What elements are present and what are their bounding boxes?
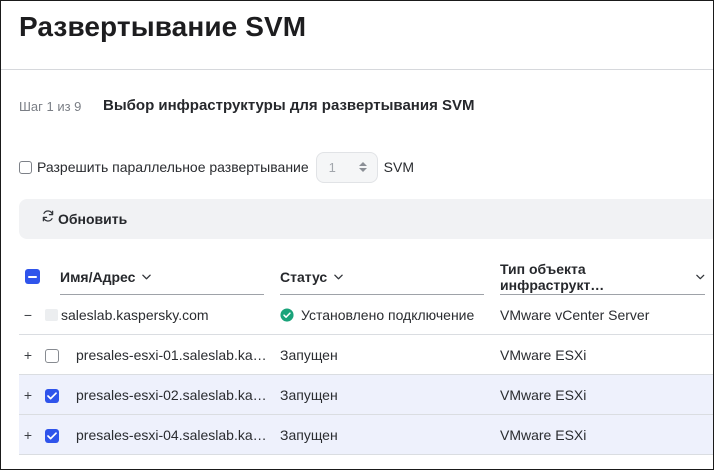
step-title: Выбор инфраструктуры для развертывания S… bbox=[103, 97, 475, 114]
row-name-cell: saleslab.kaspersky.com bbox=[45, 295, 265, 335]
chevron-down-icon bbox=[696, 274, 705, 279]
table-toolbar: Обновить bbox=[19, 199, 713, 239]
row-name: presales-esxi-04.saleslab.ka… bbox=[76, 427, 266, 443]
checkmark-icon bbox=[47, 432, 57, 440]
row-checkbox[interactable] bbox=[45, 389, 59, 403]
column-header-status-label: Статус bbox=[280, 268, 328, 285]
select-all-checkbox[interactable] bbox=[25, 269, 40, 284]
column-header-name-label: Имя/Адрес bbox=[60, 268, 136, 285]
expand-icon[interactable]: + bbox=[21, 387, 35, 403]
checkmark-icon bbox=[47, 392, 57, 400]
column-header-status[interactable]: Статус bbox=[280, 259, 484, 295]
refresh-icon bbox=[42, 210, 54, 222]
arrow-up-icon[interactable] bbox=[358, 162, 367, 166]
row-checkbox[interactable] bbox=[45, 429, 59, 443]
row-status-cell: Запущен bbox=[280, 375, 490, 415]
row-checkbox[interactable] bbox=[45, 349, 59, 363]
row-name: saleslab.kaspersky.com bbox=[61, 307, 209, 323]
expand-icon[interactable]: + bbox=[21, 427, 35, 443]
row-type: VMware ESXi bbox=[500, 427, 587, 443]
stepper-arrows[interactable] bbox=[358, 162, 367, 172]
table-row[interactable]: − saleslab.kaspersky.com Установлено под… bbox=[19, 295, 713, 335]
row-status-cell: Запущен bbox=[280, 415, 490, 455]
refresh-button[interactable]: Обновить bbox=[41, 207, 127, 231]
table-row[interactable]: + presales-esxi-04.saleslab.ka… Запущен … bbox=[19, 415, 713, 455]
refresh-label: Обновить bbox=[58, 211, 128, 227]
row-type: VMware vCenter Server bbox=[500, 307, 650, 323]
parallel-count-value: 1 bbox=[328, 159, 336, 175]
page-title: Развертывание SVM bbox=[19, 11, 307, 42]
row-name: presales-esxi-02.saleslab.ka… bbox=[76, 387, 266, 403]
row-status: Установлено подключение bbox=[301, 307, 475, 323]
row-name-cell: presales-esxi-04.saleslab.ka… bbox=[76, 415, 266, 455]
row-type-cell: VMware ESXi bbox=[500, 335, 710, 375]
row-type: VMware ESXi bbox=[500, 387, 587, 403]
chevron-down-icon bbox=[142, 274, 152, 279]
chevron-down-icon bbox=[334, 274, 343, 279]
row-status-cell: Установлено подключение bbox=[280, 295, 490, 335]
indeterminate-mark bbox=[28, 275, 37, 278]
column-header-type[interactable]: Тип объекта инфраструкт… bbox=[500, 259, 705, 295]
row-name-cell: presales-esxi-01.saleslab.ka… bbox=[76, 335, 266, 375]
parallel-deploy-label: Разрешить параллельное развертывание bbox=[37, 159, 309, 175]
arrow-down-icon[interactable] bbox=[358, 168, 367, 172]
row-status: Запущен bbox=[280, 387, 338, 403]
parallel-deploy-checkbox[interactable] bbox=[19, 160, 32, 174]
row-type-cell: VMware vCenter Server bbox=[500, 295, 710, 335]
expand-icon[interactable]: + bbox=[21, 347, 35, 363]
parallel-count-unit: SVM bbox=[383, 159, 414, 175]
parallel-deploy-row: Разрешить параллельное развертывание 1 S… bbox=[19, 151, 414, 183]
row-type-cell: VMware ESXi bbox=[500, 375, 710, 415]
table-row[interactable]: + presales-esxi-01.saleslab.ka… Запущен … bbox=[19, 335, 713, 375]
step-indicator: Шаг 1 из 9 bbox=[19, 99, 82, 114]
host-icon bbox=[45, 309, 58, 321]
row-status-cell: Запущен bbox=[280, 335, 490, 375]
table-row[interactable]: + presales-esxi-02.saleslab.ka… Запущен … bbox=[19, 375, 713, 415]
column-header-name[interactable]: Имя/Адрес bbox=[60, 259, 264, 295]
row-name: presales-esxi-01.saleslab.ka… bbox=[76, 347, 266, 363]
row-status: Запущен bbox=[280, 427, 338, 443]
row-status: Запущен bbox=[280, 347, 338, 363]
row-name-cell: presales-esxi-02.saleslab.ka… bbox=[76, 375, 266, 415]
parallel-count-stepper[interactable]: 1 bbox=[315, 151, 378, 183]
row-type-cell: VMware ESXi bbox=[500, 415, 710, 455]
collapse-icon[interactable]: − bbox=[21, 307, 35, 323]
column-header-type-label: Тип объекта инфраструкт… bbox=[500, 260, 605, 293]
row-type: VMware ESXi bbox=[500, 347, 587, 363]
check-circle-icon bbox=[280, 308, 294, 322]
deploy-svm-window: Развертывание SVM Шаг 1 из 9 Выбор инфра… bbox=[0, 0, 714, 470]
title-divider bbox=[1, 69, 713, 70]
